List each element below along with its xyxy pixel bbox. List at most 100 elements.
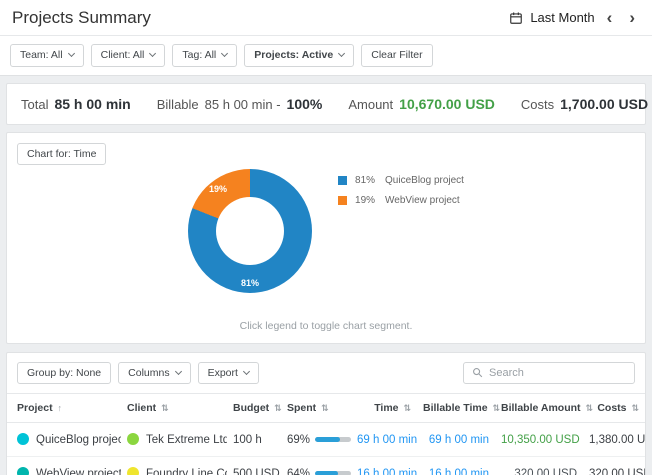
sort-header-project[interactable]: Project ↑ xyxy=(7,394,121,423)
page-title: Projects Summary xyxy=(12,8,151,28)
budget-cell: 100 h xyxy=(227,423,281,457)
legend-item-quiceblog[interactable]: 81% QuiceBlog project xyxy=(338,175,464,186)
header-label: Costs xyxy=(597,402,626,414)
spent-progress-fill xyxy=(315,471,338,475)
table-toolbar: Group by: None Columns Export xyxy=(7,353,645,394)
sort-icon: ⇅ xyxy=(631,403,639,413)
billable-time-cell[interactable]: 16 h 00 min xyxy=(417,457,495,475)
sort-icon: ⇅ xyxy=(493,403,501,413)
chart-card: Chart for: Time 19% 81% 81% QuiceBlog pr… xyxy=(6,132,646,344)
sort-header-budget[interactable]: Budget ⇅ xyxy=(227,394,281,423)
time-link[interactable]: 16 h 00 min xyxy=(357,468,417,475)
chevron-down-icon xyxy=(68,50,75,57)
header-label: Time xyxy=(374,402,398,414)
sort-icon: ⇅ xyxy=(274,403,282,413)
time-cell[interactable]: 69 h 00 min xyxy=(351,423,417,457)
legend-swatch-orange xyxy=(338,196,347,205)
client-color-dot xyxy=(127,467,139,475)
client-filter-dropdown[interactable]: Client: All xyxy=(91,44,166,67)
legend-percent: 19% xyxy=(355,195,377,206)
summary-strip: Total 85 h 00 min Billable 85 h 00 min -… xyxy=(6,83,646,125)
billable-amount-cell: 320.00 USD xyxy=(495,457,583,475)
projects-table: Project ↑ Client ⇅ Budget ⇅ Spent ⇅ Time… xyxy=(7,393,645,475)
header-label: Billable Amount xyxy=(501,402,581,414)
export-label: Export xyxy=(208,368,238,379)
sort-icon: ⇅ xyxy=(585,403,593,413)
clear-filter-button[interactable]: Clear Filter xyxy=(361,44,432,67)
billable-percent: 100% xyxy=(287,96,323,112)
billable-time-link[interactable]: 16 h 00 min xyxy=(429,468,489,475)
billable-time-cell[interactable]: 69 h 00 min xyxy=(417,423,495,457)
date-range-label[interactable]: Last Month xyxy=(530,10,594,25)
legend-item-webview[interactable]: 19% WebView project xyxy=(338,195,464,206)
billable-label: Billable xyxy=(157,97,199,112)
budget-cell: 500 USD xyxy=(227,457,281,475)
legend-swatch-blue xyxy=(338,176,347,185)
tag-filter-label: Tag: All xyxy=(182,50,216,61)
chart-legend: 81% QuiceBlog project 19% WebView projec… xyxy=(338,175,464,215)
sort-header-billable-time[interactable]: Billable Time ⇅ xyxy=(417,394,495,423)
client-filter-label: Client: All xyxy=(101,50,145,61)
clear-filter-label: Clear Filter xyxy=(371,50,422,61)
total-value: 85 h 00 min xyxy=(54,96,130,112)
amount-label: Amount xyxy=(348,97,393,112)
project-name[interactable]: QuiceBlog project xyxy=(36,434,121,446)
costs-cell: 1,380.00 USD xyxy=(583,423,645,457)
project-color-dot xyxy=(17,467,29,475)
spent-percent: 64% xyxy=(287,468,310,475)
client-cell: Foundry Line Corp. xyxy=(121,457,227,475)
donut-chart[interactable]: 19% 81% xyxy=(188,169,312,293)
search-box[interactable] xyxy=(463,362,635,384)
sort-icon: ⇅ xyxy=(403,403,411,413)
calendar-icon xyxy=(509,11,523,25)
costs-summary: Costs 1,700.00 USD xyxy=(521,96,648,112)
total-summary: Total 85 h 00 min xyxy=(21,96,131,112)
spent-cell: 69% xyxy=(281,423,351,457)
sort-header-spent[interactable]: Spent ⇅ xyxy=(281,394,351,423)
amount-value: 10,670.00 USD xyxy=(399,96,495,112)
client-color-dot xyxy=(127,433,139,445)
amount-summary: Amount 10,670.00 USD xyxy=(348,96,495,112)
sort-header-time[interactable]: Time ⇅ xyxy=(351,394,417,423)
slice-label-quiceblog: 81% xyxy=(241,278,259,288)
search-input[interactable] xyxy=(489,367,626,379)
header-label: Spent xyxy=(287,402,316,414)
next-period-button[interactable]: › xyxy=(624,9,640,26)
project-cell[interactable]: QuiceBlog project xyxy=(7,423,121,457)
projects-filter-dropdown[interactable]: Projects: Active xyxy=(244,44,354,67)
costs-label: Costs xyxy=(521,97,554,112)
costs-cell: 320.00 USD xyxy=(583,457,645,475)
chevron-down-icon xyxy=(338,50,345,57)
chevron-down-icon xyxy=(175,368,182,375)
columns-dropdown[interactable]: Columns xyxy=(118,362,190,385)
time-link[interactable]: 69 h 00 min xyxy=(357,434,417,446)
team-filter-dropdown[interactable]: Team: All xyxy=(10,44,84,67)
spent-cell: 64% xyxy=(281,457,351,475)
spent-progress-bar xyxy=(315,471,351,475)
sort-header-billable-amount[interactable]: Billable Amount ⇅ xyxy=(495,394,583,423)
project-name[interactable]: WebView project xyxy=(36,468,121,475)
legend-label: WebView project xyxy=(385,195,460,206)
date-range-picker[interactable]: Last Month ‹ › xyxy=(509,9,640,26)
team-filter-label: Team: All xyxy=(20,50,63,61)
legend-percent: 81% xyxy=(355,175,377,186)
chart-caption: Click legend to toggle chart segment. xyxy=(7,320,645,332)
project-cell[interactable]: WebView project xyxy=(7,457,121,475)
top-bar: Projects Summary Last Month ‹ › xyxy=(0,0,652,36)
table-row: WebView project Foundry Line Corp. 500 U… xyxy=(7,457,645,475)
billable-amount-value: 320.00 USD xyxy=(514,468,577,475)
group-by-button[interactable]: Group by: None xyxy=(17,362,111,385)
table-header-row: Project ↑ Client ⇅ Budget ⇅ Spent ⇅ Time… xyxy=(7,394,645,423)
chevron-down-icon xyxy=(243,368,250,375)
tag-filter-dropdown[interactable]: Tag: All xyxy=(172,44,237,67)
sort-header-client[interactable]: Client ⇅ xyxy=(121,394,227,423)
group-by-label: Group by: None xyxy=(27,368,101,379)
prev-period-button[interactable]: ‹ xyxy=(602,9,618,26)
time-cell[interactable]: 16 h 00 min xyxy=(351,457,417,475)
chart-for-button[interactable]: Chart for: Time xyxy=(17,143,106,166)
table-row: QuiceBlog project Tek Extreme Ltd. 100 h… xyxy=(7,423,645,457)
legend-label: QuiceBlog project xyxy=(385,175,464,186)
slice-label-webview: 19% xyxy=(209,184,227,194)
billable-time-link[interactable]: 69 h 00 min xyxy=(429,434,489,446)
export-dropdown[interactable]: Export xyxy=(198,362,259,385)
